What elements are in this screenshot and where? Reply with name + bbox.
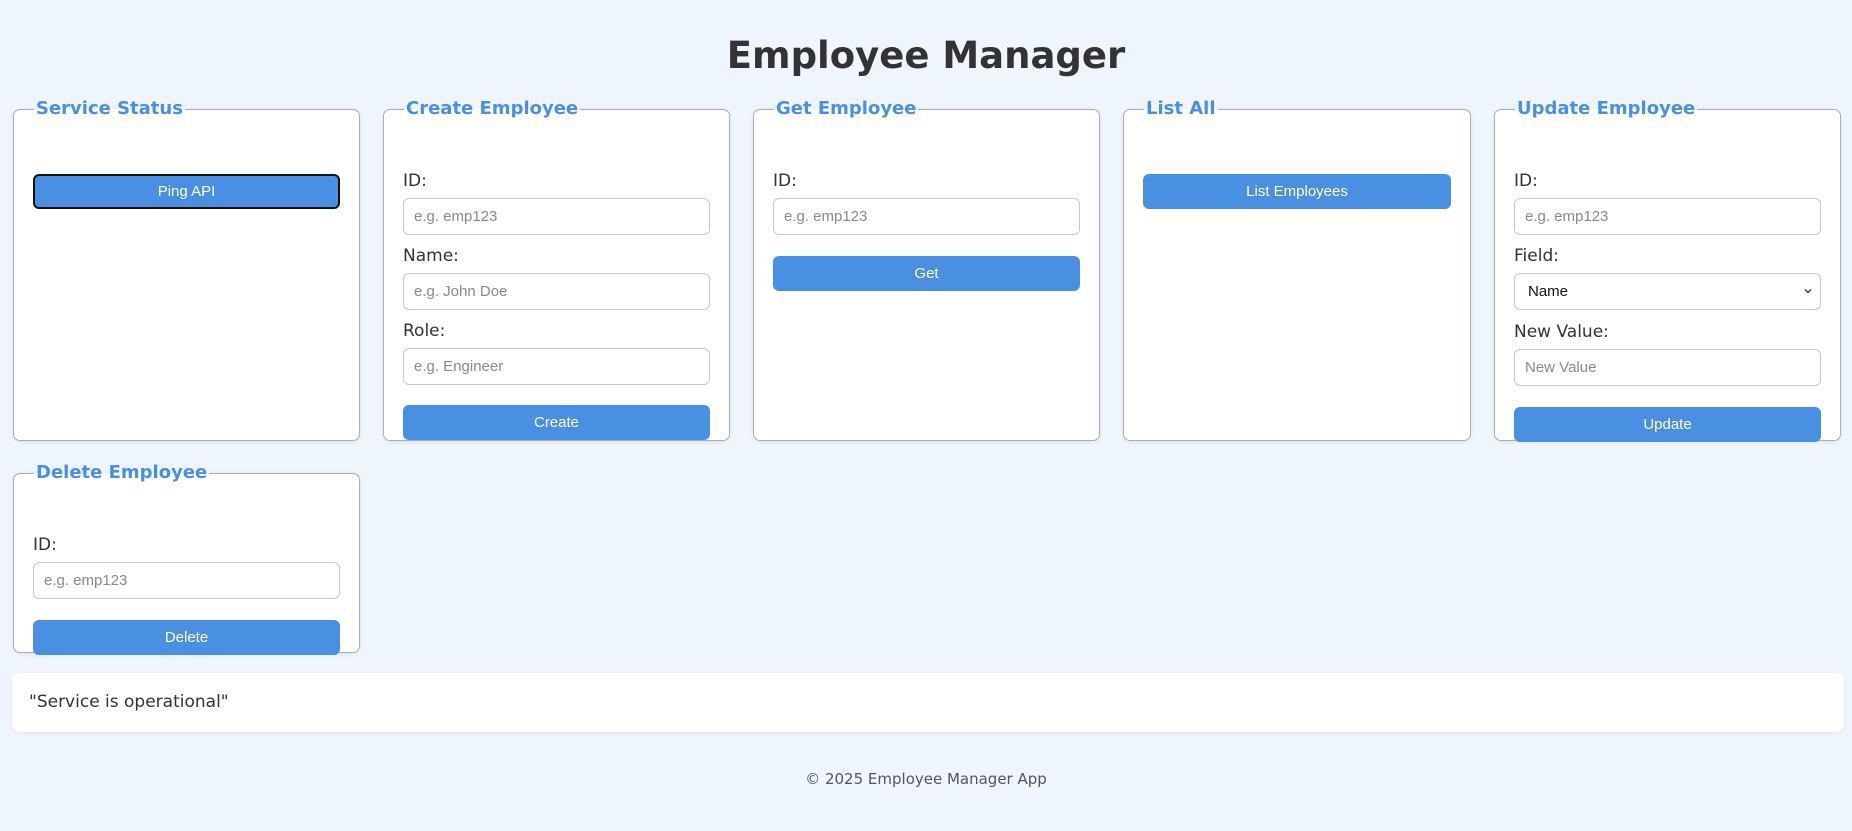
- update-id-input[interactable]: [1514, 198, 1821, 235]
- list-all-card: List All List Employees: [1123, 98, 1471, 441]
- ping-api-button[interactable]: Ping API: [33, 174, 340, 209]
- update-field-selected: Name: [1528, 283, 1569, 300]
- update-value-label: New Value:: [1514, 322, 1609, 342]
- update-field-label: Field:: [1514, 246, 1559, 266]
- update-employee-legend: Update Employee: [1517, 98, 1696, 119]
- output-panel: "Service is operational": [12, 673, 1844, 732]
- delete-employee-legend: Delete Employee: [36, 462, 208, 483]
- chevron-down-icon: [1804, 289, 1812, 294]
- create-button[interactable]: Create: [403, 405, 710, 440]
- create-name-input[interactable]: [403, 273, 710, 310]
- service-status-legend: Service Status: [36, 98, 183, 119]
- create-name-label: Name:: [403, 246, 459, 266]
- update-button[interactable]: Update: [1514, 407, 1821, 442]
- update-value-input[interactable]: [1514, 349, 1821, 386]
- get-button[interactable]: Get: [773, 256, 1080, 291]
- create-employee-card: Create Employee ID: Name: Role: Create: [383, 98, 730, 441]
- create-role-input[interactable]: [403, 348, 710, 385]
- delete-button[interactable]: Delete: [33, 620, 340, 655]
- delete-id-label: ID:: [33, 535, 57, 555]
- create-id-input[interactable]: [403, 198, 710, 235]
- update-id-label: ID:: [1514, 171, 1538, 191]
- get-employee-legend: Get Employee: [776, 98, 917, 119]
- delete-id-input[interactable]: [33, 562, 340, 599]
- create-id-label: ID:: [403, 171, 427, 191]
- delete-employee-card: Delete Employee ID: Delete: [13, 462, 360, 655]
- get-employee-card: Get Employee ID: Get: [753, 98, 1100, 441]
- update-employee-card: Update Employee ID: Field: Name New Valu…: [1494, 98, 1841, 442]
- get-id-input[interactable]: [773, 198, 1080, 235]
- list-all-legend: List All: [1146, 98, 1216, 119]
- footer-text: © 2025 Employee Manager App: [805, 770, 1047, 788]
- output-text: "Service is operational": [29, 692, 229, 712]
- footer: © 2025 Employee Manager App: [0, 770, 1852, 788]
- create-employee-legend: Create Employee: [406, 98, 579, 119]
- page-title: Employee Manager: [726, 34, 1126, 77]
- get-id-label: ID:: [773, 171, 797, 191]
- service-status-card: Service Status Ping API: [13, 98, 360, 441]
- create-role-label: Role:: [403, 321, 446, 341]
- list-employees-button[interactable]: List Employees: [1143, 174, 1451, 209]
- update-field-select[interactable]: Name: [1514, 273, 1821, 310]
